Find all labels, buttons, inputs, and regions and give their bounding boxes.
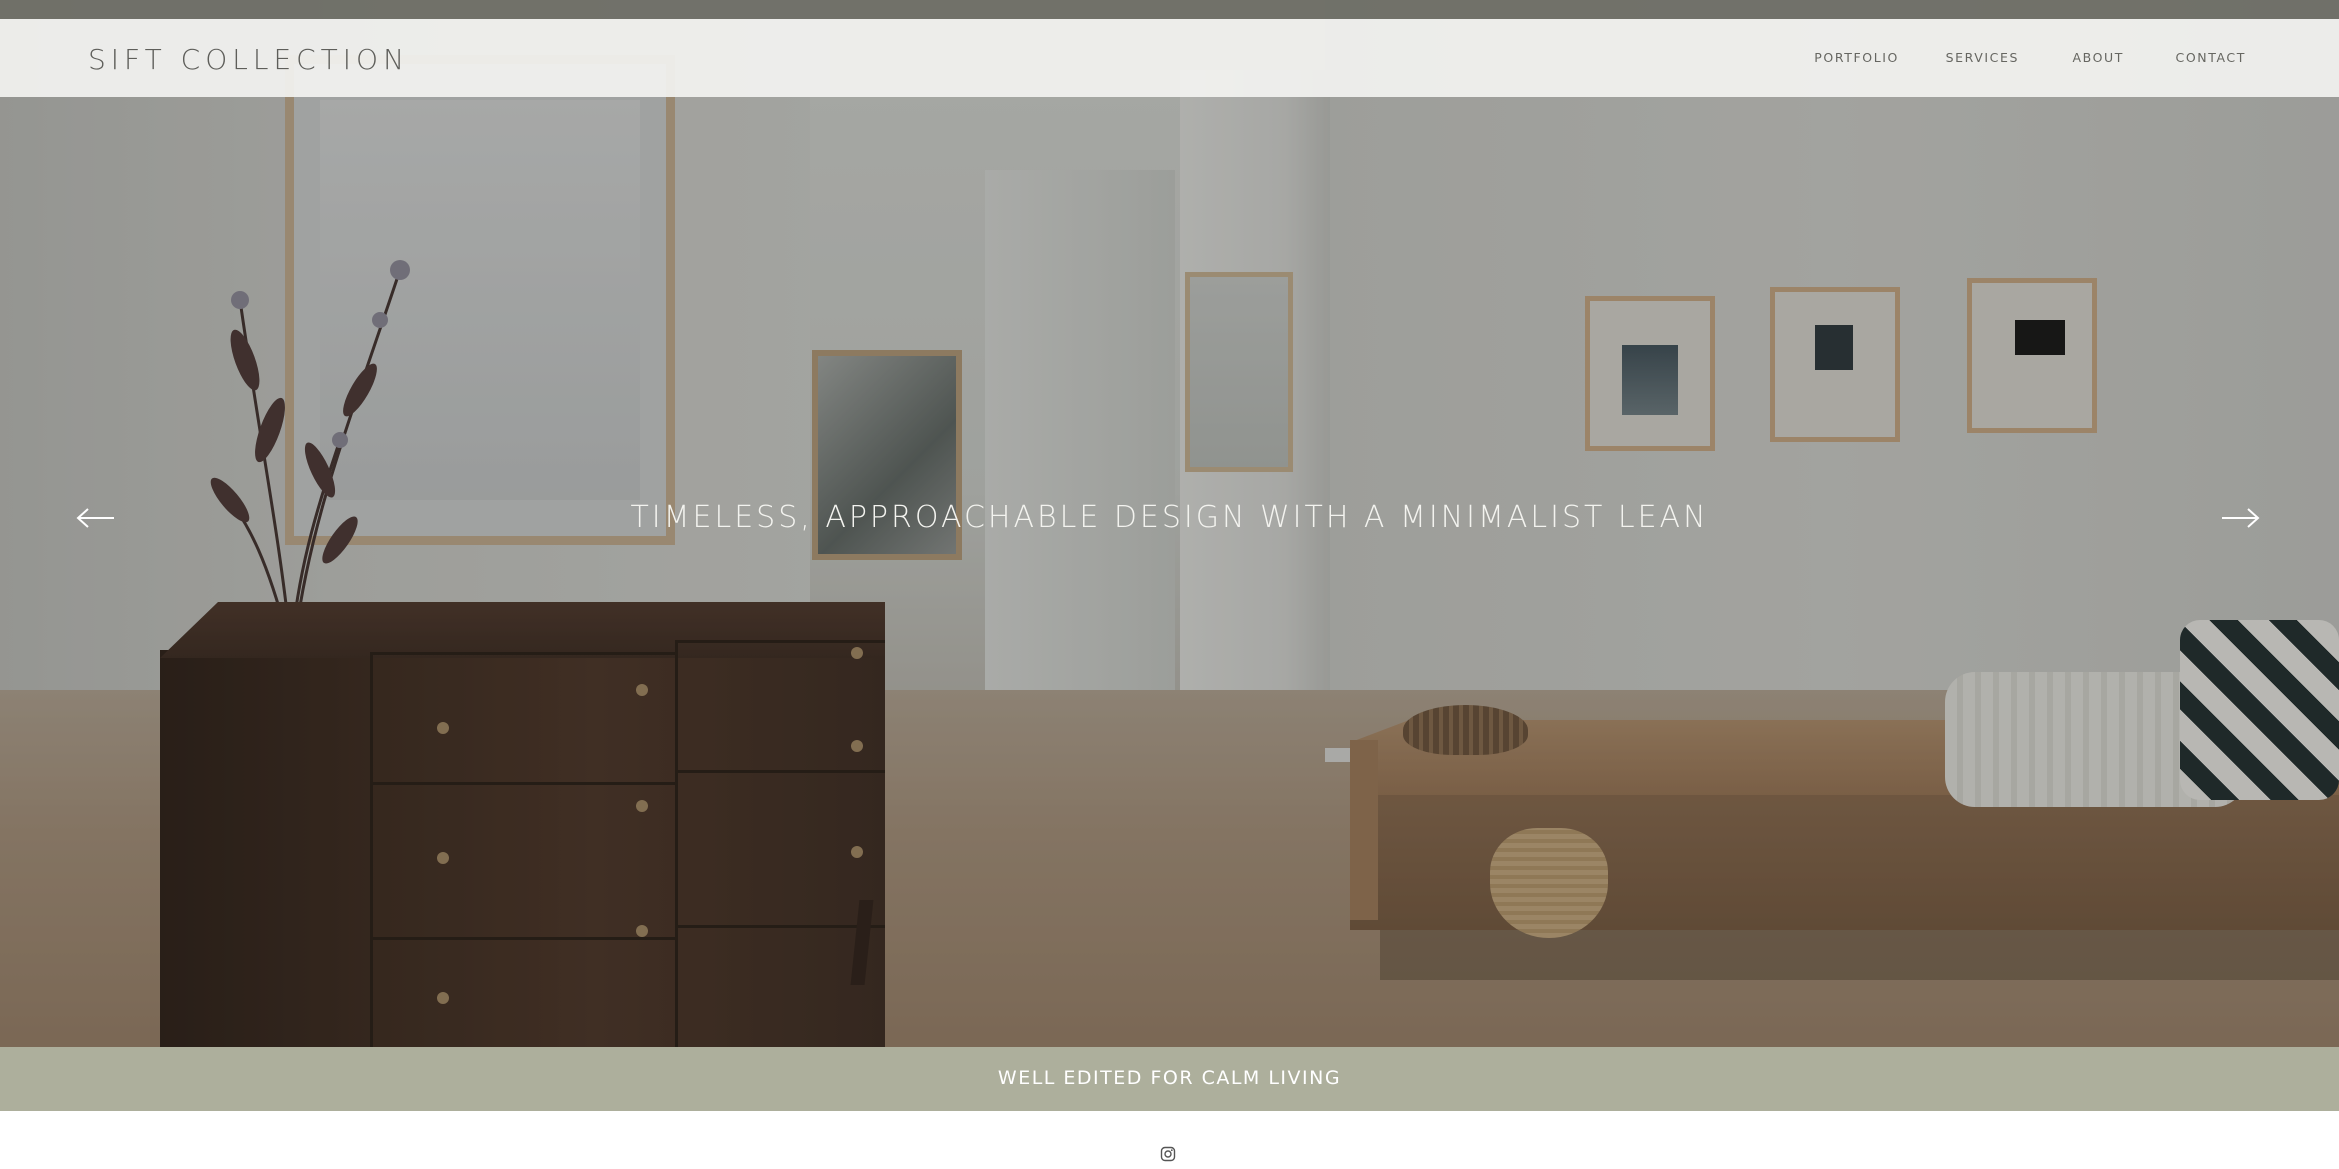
hero-headline: TIMELESS, APPROACHABLE DESIGN WITH A MIN… (630, 500, 1709, 535)
nav-about[interactable]: ABOUT (2072, 50, 2124, 65)
top-strip (0, 0, 2339, 19)
site-logo[interactable]: SIFT COLLECTION (88, 43, 409, 76)
site-footer (0, 1111, 2339, 1169)
nav-services[interactable]: SERVICES (1946, 50, 2019, 65)
nav-portfolio[interactable]: PORTFOLIO (1814, 50, 1899, 65)
arrow-left-icon[interactable] (76, 505, 116, 531)
arrow-right-icon[interactable] (2220, 505, 2260, 531)
instagram-icon[interactable] (1160, 1146, 1176, 1162)
tagline-band: WELL EDITED FOR CALM LIVING (0, 1047, 2339, 1111)
site-header: SIFT COLLECTION PORTFOLIO SERVICES ABOUT… (0, 19, 2339, 97)
nav-contact[interactable]: CONTACT (2176, 50, 2246, 65)
tagline-text: WELL EDITED FOR CALM LIVING (997, 1067, 1342, 1089)
